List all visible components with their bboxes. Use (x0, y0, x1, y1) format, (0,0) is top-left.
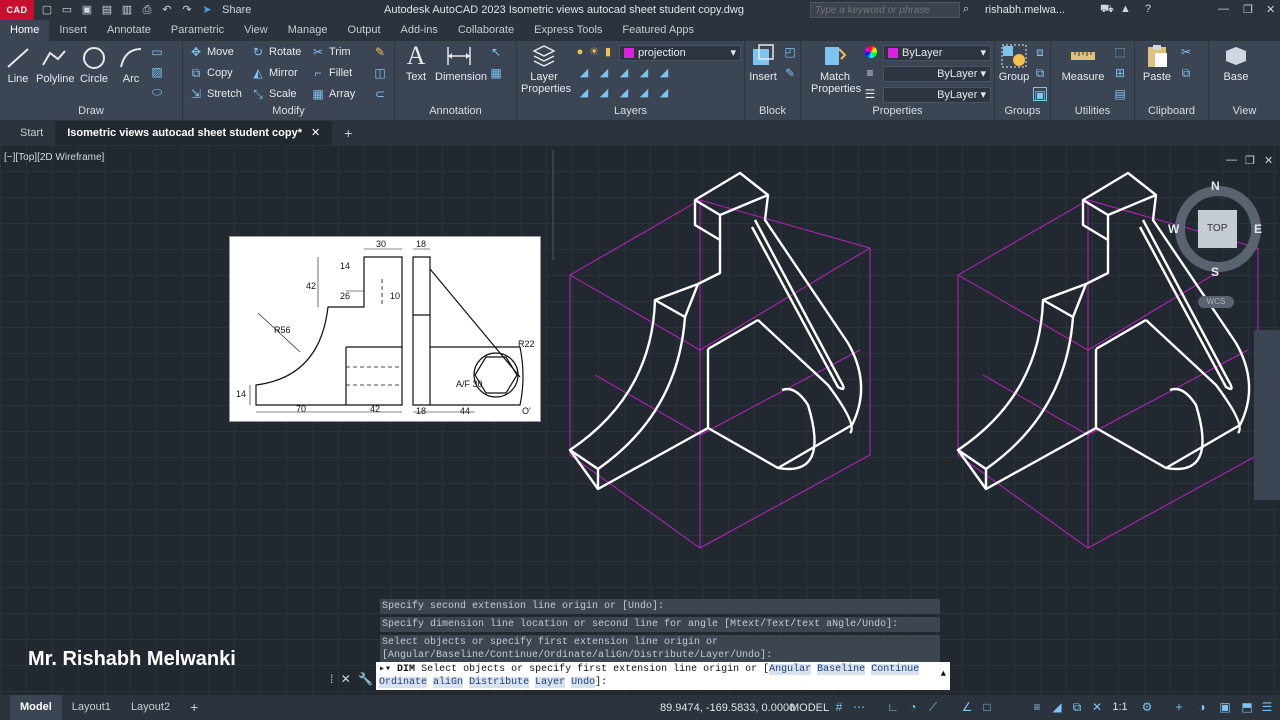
author-watermark: Mr. Rishabh Melwanki (28, 648, 236, 670)
history-line: Specify second extension line origin or … (380, 599, 940, 614)
dim-label: 18 (416, 239, 426, 249)
dim-label: 42 (306, 281, 316, 291)
hardware-accel-icon[interactable]: ▣ (1218, 700, 1232, 714)
grid-icon[interactable]: # (832, 700, 846, 714)
option-undo[interactable]: Undo (571, 677, 596, 688)
object-track-icon[interactable]: ∠ (960, 700, 974, 714)
option-distribute[interactable]: Distribute (469, 677, 530, 688)
dim-label: 30 (376, 239, 386, 249)
annotation-scale[interactable]: 1:1 (1110, 700, 1130, 714)
workspace-gear-icon[interactable]: ⚙ (1140, 700, 1154, 714)
compass-east[interactable]: E (1254, 222, 1262, 236)
option-angular[interactable]: Angular (769, 664, 812, 675)
history-toggle-icon[interactable]: ▲ (941, 668, 946, 681)
view-cube[interactable]: N S E W TOP WCS (1168, 178, 1268, 308)
orthographic-views: 30 18 14 42 26 10 R56 R22 A/F 30 14 70 4… (236, 239, 535, 416)
command-history: Specify second extension line origin or … (380, 599, 940, 666)
compass-south[interactable]: S (1211, 265, 1219, 279)
compass-west[interactable]: W (1168, 222, 1179, 236)
compass-ring (1175, 186, 1261, 272)
command-line-tools: ⁞ ✕ 🔧 (330, 672, 373, 686)
isometric-view-1 (568, 171, 871, 549)
compass-north[interactable]: N (1211, 179, 1220, 193)
dim-label: 70 (296, 404, 306, 414)
cube-face-top[interactable]: TOP (1207, 223, 1227, 234)
command-line[interactable]: ▸▾ DIM Select objects or specify first e… (376, 662, 950, 690)
dim-label: 18 (416, 406, 426, 416)
dim-label: 14 (340, 261, 350, 271)
close-command-icon[interactable]: ✕ (341, 672, 351, 686)
annotation-visibility-icon[interactable]: ✕ (1090, 700, 1104, 714)
wcs-menu[interactable]: WCS (1198, 296, 1234, 308)
command-arrow-icon: ▸▾ (379, 664, 398, 675)
customization-icon[interactable]: ☰ (1260, 700, 1274, 714)
ortho-icon[interactable]: ∟ (886, 700, 900, 714)
plus-icon[interactable]: + (1172, 700, 1186, 714)
snap-icon[interactable]: ⋯ (852, 700, 866, 714)
model-space-toggle[interactable]: MODEL (790, 702, 829, 714)
status-bar: Model Layout1 Layout2 + (0, 695, 1280, 720)
polar-icon[interactable]: ◔ (906, 700, 920, 714)
tab-model[interactable]: Model (10, 695, 62, 720)
solid-outline (568, 171, 863, 491)
option-continue[interactable]: Continue (871, 664, 920, 675)
command-name: DIM (397, 664, 416, 675)
grip-icon[interactable]: ⁞ (330, 672, 333, 686)
dim-label: 10 (390, 291, 400, 301)
fullscreen-icon[interactable]: ⬒ (1240, 700, 1254, 714)
option-ordinate[interactable]: Ordinate (379, 677, 428, 688)
add-layout-button[interactable]: + (180, 695, 208, 720)
dim-label: A/F 30 (456, 379, 483, 389)
history-line: Select objects or specify first extensio… (380, 635, 940, 663)
dim-label: 42 (370, 404, 380, 414)
tab-layout1[interactable]: Layout1 (62, 695, 121, 720)
isolate-objects-icon[interactable]: ◑ (1195, 700, 1209, 714)
selection-cycling-icon[interactable]: ⧉ (1070, 700, 1084, 714)
dim-label: 44 (460, 406, 470, 416)
option-layer[interactable]: Layer (535, 677, 566, 688)
command-prompt: Select objects or specify first extensio… (421, 664, 770, 675)
option-baseline[interactable]: Baseline (817, 664, 866, 675)
transparency-icon[interactable]: ◢ (1050, 700, 1064, 714)
navigation-bar[interactable] (1254, 330, 1280, 500)
dim-label: O' (522, 406, 531, 416)
reference-drawing: 30 18 14 42 26 10 R56 R22 A/F 30 14 70 4… (229, 236, 541, 422)
dim-label: R56 (274, 325, 291, 335)
dim-label: R22 (518, 339, 535, 349)
tab-layout2[interactable]: Layout2 (121, 695, 180, 720)
osnap-icon[interactable]: □ (980, 700, 994, 714)
customize-icon[interactable]: 🔧 (358, 672, 373, 686)
dim-label: 14 (236, 389, 246, 399)
isodraft-icon[interactable]: ⟋ (926, 700, 940, 714)
option-align[interactable]: aliGn (433, 677, 464, 688)
dim-label: 26 (340, 291, 350, 301)
coordinates-readout[interactable]: 89.9474, -169.5833, 0.0000 (660, 702, 795, 714)
lineweight-toggle-icon[interactable]: ≡ (1030, 700, 1044, 714)
history-line: Specify dimension line location or secon… (380, 617, 940, 632)
